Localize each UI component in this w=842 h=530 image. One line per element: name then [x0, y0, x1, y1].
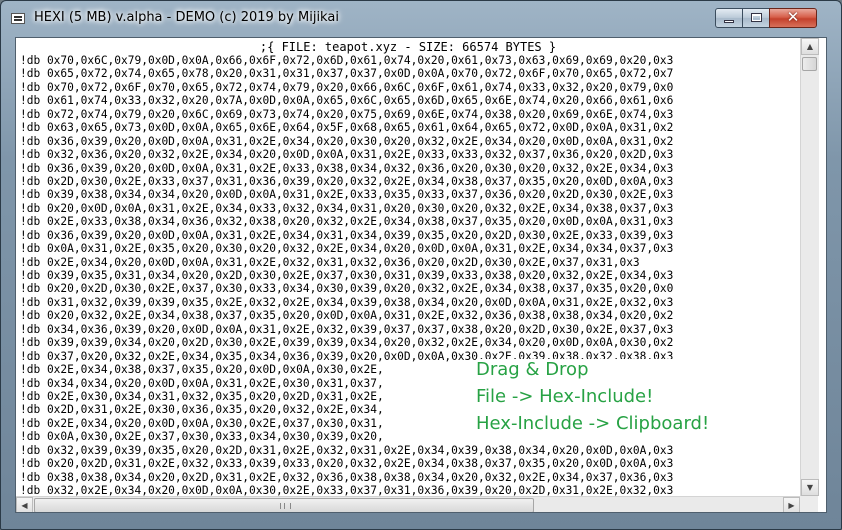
close-icon: ✕ — [786, 8, 800, 26]
file-header: ;{ FILE: teapot.xyz - SIZE: 66574 BYTES … — [259, 40, 557, 54]
app-window-icon[interactable] — [11, 13, 25, 24]
app-window: HEXI (5 MB) v.alpha - DEMO (c) 2019 by M… — [0, 0, 842, 530]
help-line-file-include: File -> Hex-Include! — [476, 386, 654, 407]
vertical-scrollbar[interactable]: ▲ ▼ — [800, 38, 819, 496]
vertical-scroll-thumb[interactable] — [802, 57, 817, 71]
horizontal-scrollbar[interactable]: ◀ ▶ — [16, 496, 800, 512]
hex-line: !db 0x31,0x32,0x39,0x39,0x35,0x2E,0x32,0… — [20, 295, 674, 309]
hex-line: !db 0x70,0x72,0x6F,0x70,0x65,0x72,0x74,0… — [20, 80, 674, 94]
hex-line: !db 0x38,0x38,0x34,0x20,0x2D,0x31,0x2E,0… — [20, 470, 674, 484]
hex-line: !db 0x36,0x39,0x20,0x0D,0x0A,0x31,0x2E,0… — [20, 228, 674, 242]
hex-line: !db 0x36,0x39,0x20,0x0D,0x0A,0x31,0x2E,0… — [20, 134, 674, 148]
hex-line: !db 0x39,0x35,0x31,0x34,0x20,0x2D,0x30,0… — [20, 269, 674, 282]
window-title: HEXI (5 MB) v.alpha - DEMO (c) 2019 by M… — [34, 10, 339, 25]
hex-line: !db 0x63,0x65,0x73,0x0D,0x0A,0x65,0x6E,0… — [20, 121, 674, 135]
help-overlay: Drag & Drop File -> Hex-Include! Hex-Inc… — [476, 359, 728, 441]
hex-line: !db 0x20,0x2D,0x30,0x2E,0x37,0x30,0x33,0… — [20, 282, 674, 296]
hex-line: !db 0x61,0x74,0x33,0x32,0x20,0x7A,0x0D,0… — [20, 94, 674, 108]
minimize-icon — [724, 20, 734, 23]
scroll-left-button[interactable]: ◀ — [16, 497, 33, 512]
hex-line: !db 0x36,0x39,0x20,0x0D,0x0A,0x31,0x2E,0… — [20, 161, 674, 175]
hex-line: !db 0x39,0x39,0x34,0x20,0x2D,0x30,0x2E,0… — [20, 336, 674, 350]
scroll-right-button[interactable]: ▶ — [783, 497, 800, 512]
maximize-icon — [751, 13, 762, 22]
hex-view[interactable]: ;{ FILE: teapot.xyz - SIZE: 66574 BYTES … — [16, 38, 800, 496]
arrow-right-icon: ▶ — [788, 501, 795, 510]
arrow-up-icon: ▲ — [806, 42, 814, 51]
hex-line: !db 0x2E,0x33,0x38,0x34,0x36,0x32,0x38,0… — [20, 215, 674, 229]
hex-line: !db 0x72,0x74,0x79,0x20,0x6C,0x69,0x73,0… — [20, 107, 674, 121]
hex-line: !db 0x32,0x2E,0x34,0x20,0x0D,0x0A,0x30,0… — [20, 484, 674, 496]
hex-line: !db 0x2D,0x30,0x2E,0x33,0x37,0x31,0x36,0… — [20, 174, 674, 188]
scroll-up-button[interactable]: ▲ — [801, 38, 819, 55]
maximize-button[interactable] — [742, 8, 770, 28]
arrow-down-icon: ▼ — [806, 483, 814, 492]
hex-line: !db 0x2E,0x34,0x20,0x0D,0x0A,0x31,0x2E,0… — [20, 255, 640, 269]
grip-icon — [280, 503, 291, 509]
help-line-clipboard: Hex-Include -> Clipboard! — [476, 413, 710, 434]
horizontal-scroll-thumb[interactable] — [34, 498, 534, 512]
hex-line: !db 0x0A,0x31,0x2E,0x35,0x20,0x30,0x20,0… — [20, 242, 674, 256]
scrollbar-corner — [800, 496, 818, 512]
title-bar[interactable]: HEXI (5 MB) v.alpha - DEMO (c) 2019 by M… — [1, 1, 841, 35]
close-button[interactable]: ✕ — [769, 8, 817, 28]
hex-line: !db 0x70,0x6C,0x79,0x0D,0x0A,0x66,0x6F,0… — [20, 54, 674, 67]
hex-line: !db 0x20,0x32,0x2E,0x34,0x38,0x37,0x35,0… — [20, 309, 674, 323]
scroll-down-button[interactable]: ▼ — [801, 479, 819, 496]
hex-line: !db 0x32,0x39,0x39,0x35,0x20,0x2D,0x31,0… — [20, 443, 674, 457]
hex-line: !db 0x39,0x38,0x34,0x34,0x20,0x0D,0x0A,0… — [20, 188, 674, 202]
hex-line: !db 0x20,0x0D,0x0A,0x31,0x2E,0x34,0x33,0… — [20, 201, 674, 215]
client-area: ;{ FILE: teapot.xyz - SIZE: 66574 BYTES … — [15, 37, 827, 513]
minimize-button[interactable] — [715, 8, 743, 28]
help-line-drag-drop: Drag & Drop — [476, 359, 589, 380]
arrow-left-icon: ◀ — [21, 501, 28, 510]
hex-line: !db 0x32,0x36,0x20,0x32,0x2E,0x34,0x20,0… — [20, 148, 674, 162]
hex-line: !db 0x65,0x72,0x74,0x65,0x78,0x20,0x31,0… — [20, 67, 674, 81]
hex-line: !db 0x20,0x2D,0x31,0x2E,0x32,0x33,0x39,0… — [20, 457, 674, 471]
hex-line: !db 0x34,0x36,0x39,0x20,0x0D,0x0A,0x31,0… — [20, 322, 674, 336]
